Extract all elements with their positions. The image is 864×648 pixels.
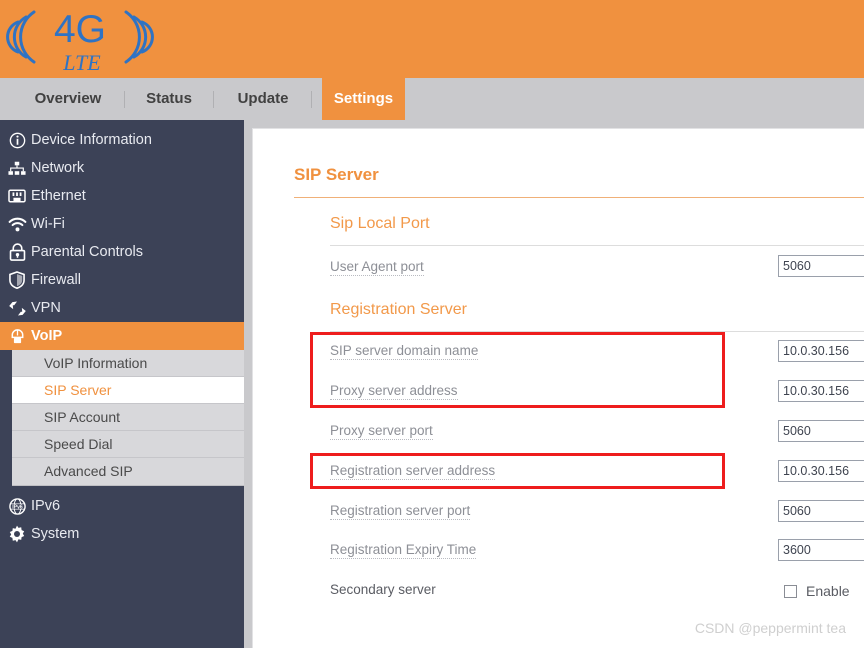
svg-text:4G: 4G xyxy=(54,8,106,51)
brand-logo-4g-lte: 4G LTE xyxy=(4,0,164,78)
sidebar-item-label: Firewall xyxy=(31,272,81,288)
tab-settings[interactable]: Settings xyxy=(322,78,405,120)
voip-phone-icon xyxy=(6,326,28,346)
tab-status-label: Status xyxy=(146,90,192,107)
secondary-server-checkbox-label: Enable xyxy=(806,583,850,599)
tab-update-label: Update xyxy=(237,90,289,107)
tab-separator-1 xyxy=(124,91,125,108)
registration-server-port-input[interactable] xyxy=(778,500,864,522)
sidebar-item-parental-controls[interactable]: Parental Controls xyxy=(0,238,244,266)
sidebar-item-label: Device Information xyxy=(31,132,152,148)
sidebar-subitem-sip-server[interactable]: SIP Server xyxy=(12,377,244,404)
field-label-secondary-server: Secondary server xyxy=(330,582,436,597)
main-tab-bar: Overview Status Update Settings xyxy=(0,78,864,120)
svg-text:LTE: LTE xyxy=(62,50,101,75)
watermark-text: CSDN @peppermint tea xyxy=(694,620,846,636)
section-heading-registration-server: Registration Server xyxy=(330,301,467,318)
sidebar-item-label: VPN xyxy=(31,300,61,316)
wifi-icon xyxy=(6,214,28,234)
sip-server-domain-name-input[interactable] xyxy=(778,340,864,362)
info-circle-icon xyxy=(6,130,28,150)
ethernet-port-icon xyxy=(6,186,28,206)
page-title: SIP Server xyxy=(294,165,379,184)
sidebar-item-voip[interactable]: VoIP xyxy=(0,322,244,350)
sidebar-item-label: Network xyxy=(31,160,85,176)
field-label-sip-server-domain-name: SIP server domain name xyxy=(330,343,479,360)
sidebar-item-label: IPv6 xyxy=(31,498,61,514)
secondary-server-checkbox[interactable] xyxy=(784,584,797,598)
sidebar-item-label: System xyxy=(31,526,80,542)
sidebar-item-label: Parental Controls xyxy=(31,244,144,260)
sidebar-item-label: VoIP xyxy=(31,328,63,344)
proxy-server-address-input[interactable] xyxy=(778,380,864,402)
sidebar-submenu-voip: VoIP Information SIP Server SIP Account … xyxy=(12,350,244,486)
sidebar-item-ipv6[interactable]: IPv6 IPv6 xyxy=(0,492,244,520)
vpn-arrows-icon xyxy=(6,298,28,318)
section-heading-sip-local-port: Sip Local Port xyxy=(330,215,430,232)
sidebar-item-label: Wi-Fi xyxy=(31,216,65,232)
registration-server-address-input[interactable] xyxy=(778,460,864,482)
secondary-server-checkbox-row: Enable xyxy=(784,583,850,599)
field-label-registration-expiry-time: Registration Expiry Time xyxy=(330,542,477,559)
tab-separator-3 xyxy=(311,91,312,108)
tab-separator-2 xyxy=(213,91,214,108)
shield-icon xyxy=(6,270,28,290)
field-label-registration-server-port: Registration server port xyxy=(330,503,471,520)
sidebar-item-device-information[interactable]: Device Information xyxy=(0,126,244,154)
field-label-registration-server-address: Registration server address xyxy=(330,463,496,480)
tab-settings-label: Settings xyxy=(333,90,394,107)
field-label-proxy-server-address: Proxy server address xyxy=(330,383,458,400)
sidebar-item-vpn[interactable]: VPN xyxy=(0,294,244,322)
section-divider-2 xyxy=(330,331,864,332)
title-divider xyxy=(294,197,864,198)
proxy-server-port-input[interactable] xyxy=(778,420,864,442)
sidebar-subitem-voip-information[interactable]: VoIP Information xyxy=(12,350,244,377)
sidebar-item-wifi[interactable]: Wi-Fi xyxy=(0,210,244,238)
field-label-user-agent-port: User Agent port xyxy=(330,259,424,276)
sidebar-item-firewall[interactable]: Firewall xyxy=(0,266,244,294)
sidebar-item-network[interactable]: Network xyxy=(0,154,244,182)
sidebar-subitem-speed-dial[interactable]: Speed Dial xyxy=(12,431,244,458)
sidebar-item-label: Ethernet xyxy=(31,188,86,204)
sidebar-item-system[interactable]: System xyxy=(0,520,244,548)
content-panel: SIP Server Sip Local Port User Agent por… xyxy=(252,128,864,648)
section-divider-1 xyxy=(330,245,864,246)
sidebar-item-ethernet[interactable]: Ethernet xyxy=(0,182,244,210)
page-header: 4G LTE xyxy=(0,0,864,78)
gear-icon xyxy=(6,524,28,544)
field-label-proxy-server-port: Proxy server port xyxy=(330,423,433,440)
tab-overview-label: Overview xyxy=(34,90,102,107)
sidebar-subitem-advanced-sip[interactable]: Advanced SIP xyxy=(12,458,244,485)
sidebar-nav: Device Information Network Ethernet Wi-F… xyxy=(0,120,244,648)
padlock-icon xyxy=(6,242,28,262)
sidebar-subitem-sip-account[interactable]: SIP Account xyxy=(12,404,244,431)
registration-expiry-time-input[interactable] xyxy=(778,539,864,561)
tab-update[interactable]: Update xyxy=(217,78,309,120)
svg-text:IPv6: IPv6 xyxy=(12,504,23,510)
router-admin-page: 4G LTE Overview Status Update Settings D… xyxy=(0,0,864,648)
tab-overview[interactable]: Overview xyxy=(14,78,122,120)
user-agent-port-input[interactable] xyxy=(778,255,864,277)
tab-status[interactable]: Status xyxy=(128,78,210,120)
ipv6-globe-icon: IPv6 xyxy=(6,496,28,516)
network-nodes-icon xyxy=(6,158,28,178)
